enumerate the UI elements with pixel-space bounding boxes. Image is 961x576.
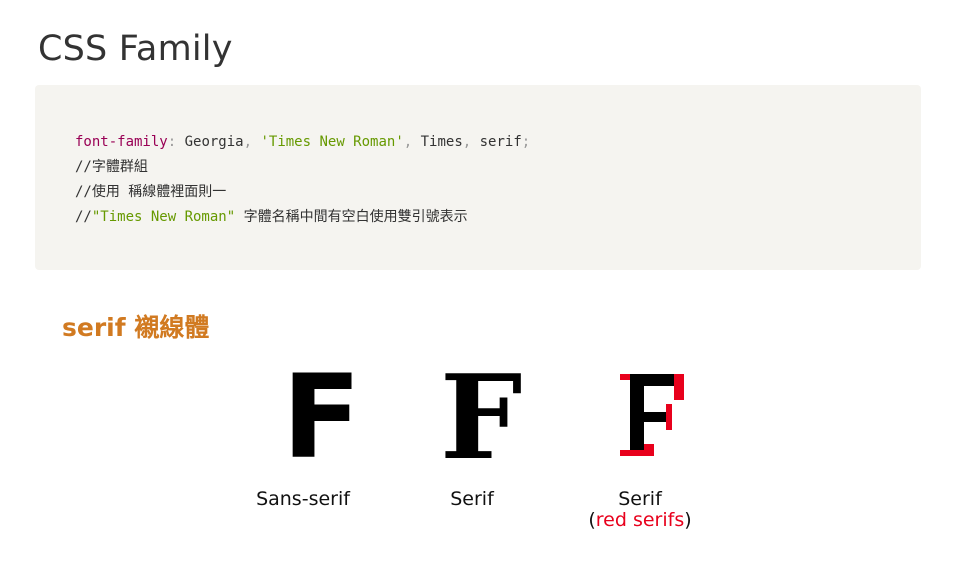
note-highlight: red serifs bbox=[595, 509, 685, 531]
code-comma: , bbox=[462, 134, 472, 150]
note-open-paren: ( bbox=[588, 509, 596, 531]
code-value: Georgia bbox=[176, 134, 244, 150]
code-string: 'Times New Roman' bbox=[252, 134, 404, 150]
code-string: "Times New Roman" bbox=[91, 209, 236, 225]
code-semicolon: ; bbox=[521, 134, 531, 150]
code-comment-text: 字體名稱中間有空白使用雙引號表示 bbox=[235, 209, 468, 225]
serif-glyph: F bbox=[440, 350, 523, 486]
code-colon: : bbox=[167, 134, 177, 150]
code-line-2: //字體群組 bbox=[75, 159, 148, 175]
sans-serif-glyph: F bbox=[282, 350, 362, 485]
code-block: font-family: Georgia, 'Times New Roman',… bbox=[35, 85, 921, 270]
code-comment-prefix: // bbox=[75, 209, 92, 225]
code-line-4: //"Times New Roman" 字體名稱中間有空白使用雙引號表示 bbox=[75, 205, 921, 230]
note-close-paren: ) bbox=[684, 509, 692, 531]
code-line-3: //使用 稱線體裡面則一 bbox=[75, 184, 227, 200]
red-serifs-note: (red serifs) bbox=[575, 509, 705, 531]
serif-label: Serif bbox=[450, 488, 494, 510]
code-property: font-family bbox=[75, 134, 168, 150]
sans-serif-label: Sans-serif bbox=[256, 488, 350, 510]
red-serif-label: Serif bbox=[618, 488, 662, 510]
code-comma: , bbox=[403, 134, 413, 150]
code-value: Times bbox=[412, 134, 463, 150]
code-line-1: font-family: Georgia, 'Times New Roman',… bbox=[75, 130, 921, 155]
serif-comparison-figure: F F Sans-serif Serif Serif (red serifs) bbox=[230, 360, 730, 545]
code-value: serif bbox=[471, 134, 522, 150]
page-title: CSS Family bbox=[38, 29, 233, 69]
section-heading: serif 襯線體 bbox=[62, 313, 210, 342]
code-comma: , bbox=[243, 134, 253, 150]
red-serifs-glyph bbox=[620, 374, 684, 456]
